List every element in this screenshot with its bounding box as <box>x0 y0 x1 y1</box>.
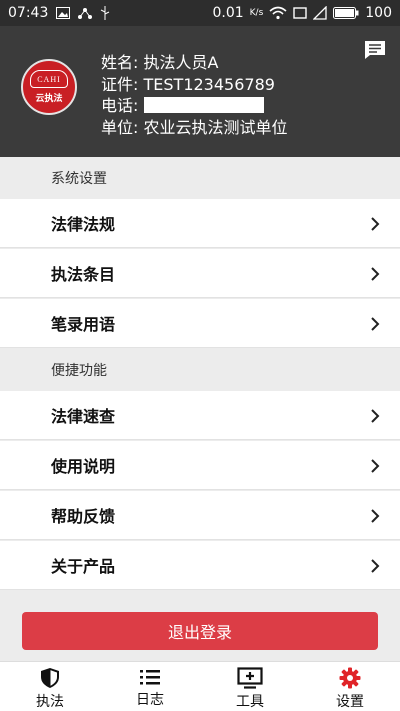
tab-enforcement[interactable]: 执法 <box>0 662 100 711</box>
tab-label: 日志 <box>136 692 164 708</box>
section-quick-functions: 便捷功能 <box>0 349 400 391</box>
signal-icon <box>313 6 327 20</box>
rectangle-icon <box>293 7 307 19</box>
phone-redacted <box>143 97 264 113</box>
profile-header: CAHI 云执法 姓名: 执法人员A 证件: TEST123456789 电话:… <box>0 26 400 157</box>
menu-item-record-phrases[interactable]: 笔录用语 <box>0 299 400 348</box>
profile-info: 姓名: 执法人员A 证件: TEST123456789 电话: 单位: 农业云执… <box>101 52 288 138</box>
profile-id-row: 证件: TEST123456789 <box>101 74 288 96</box>
name-value: 执法人员A <box>143 53 219 72</box>
list-icon <box>140 670 160 685</box>
menu-item-about[interactable]: 关于产品 <box>0 541 400 590</box>
menu-item-enforcement-items[interactable]: 执法条目 <box>0 249 400 298</box>
menu-item-label: 帮助反馈 <box>51 507 116 526</box>
chevron-right-icon <box>371 217 380 231</box>
bottom-tab-bar: 执法 日志 工具 设置 <box>0 661 400 711</box>
profile-phone-row: 电话: <box>101 95 288 117</box>
logo-top-text: CAHI <box>37 74 61 84</box>
menu-item-instructions[interactable]: 使用说明 <box>0 441 400 490</box>
menu-item-label: 笔录用语 <box>51 315 116 334</box>
unit-value: 农业云执法测试单位 <box>143 117 288 137</box>
wifi-icon <box>269 6 287 20</box>
chevron-right-icon <box>371 459 380 473</box>
unit-label: 单位: <box>101 117 139 137</box>
tab-label: 工具 <box>236 694 264 710</box>
logo-cloud-icon: CAHI <box>30 70 68 88</box>
chevron-right-icon <box>371 509 380 523</box>
gear-icon <box>339 667 361 689</box>
section-system-settings: 系统设置 <box>0 157 400 199</box>
id-label: 证件: <box>101 74 139 94</box>
profile-unit-row: 单位: 农业云执法测试单位 <box>101 117 288 139</box>
network-speed-unit: K/s <box>249 8 264 18</box>
name-label: 姓名: <box>101 53 139 72</box>
shield-icon <box>41 668 59 688</box>
menu-item-help-feedback[interactable]: 帮助反馈 <box>0 491 400 540</box>
tab-tools[interactable]: 工具 <box>200 662 300 711</box>
logout-button[interactable]: 退出登录 <box>22 612 378 650</box>
phone-label: 电话: <box>101 96 139 115</box>
chevron-right-icon <box>371 559 380 573</box>
tab-settings[interactable]: 设置 <box>300 662 400 711</box>
menu-item-label: 关于产品 <box>51 557 116 576</box>
menu-item-label: 法律速查 <box>51 407 116 426</box>
monitor-plus-icon <box>237 667 263 689</box>
image-icon <box>56 7 71 19</box>
share-icon <box>78 8 93 19</box>
id-value: TEST123456789 <box>143 74 275 94</box>
section-title: 便捷功能 <box>51 363 107 379</box>
battery-level: 100 <box>365 5 392 21</box>
chevron-right-icon <box>371 267 380 281</box>
status-time: 07:43 <box>8 5 49 21</box>
tab-log[interactable]: 日志 <box>100 662 200 711</box>
section-title: 系统设置 <box>51 171 107 187</box>
menu-item-label: 使用说明 <box>51 457 116 476</box>
chevron-right-icon <box>371 317 380 331</box>
chevron-right-icon <box>371 409 380 423</box>
message-icon[interactable] <box>364 40 386 60</box>
menu-item-law-lookup[interactable]: 法律速查 <box>0 391 400 440</box>
network-speed: 0.01 <box>212 5 244 21</box>
tab-label: 设置 <box>336 694 364 710</box>
menu-item-laws[interactable]: 法律法规 <box>0 199 400 248</box>
usb-icon <box>101 6 110 20</box>
menu-item-label: 法律法规 <box>51 215 116 234</box>
status-bar: 07:43 0.01 K/s 100 <box>0 0 400 26</box>
menu-item-label: 执法条目 <box>51 265 116 284</box>
tab-label: 执法 <box>36 694 64 710</box>
battery-icon <box>333 7 359 19</box>
logo-bottom-text: 云执法 <box>35 94 63 104</box>
profile-name-row: 姓名: 执法人员A <box>101 52 288 74</box>
app-logo: CAHI 云执法 <box>21 59 77 115</box>
